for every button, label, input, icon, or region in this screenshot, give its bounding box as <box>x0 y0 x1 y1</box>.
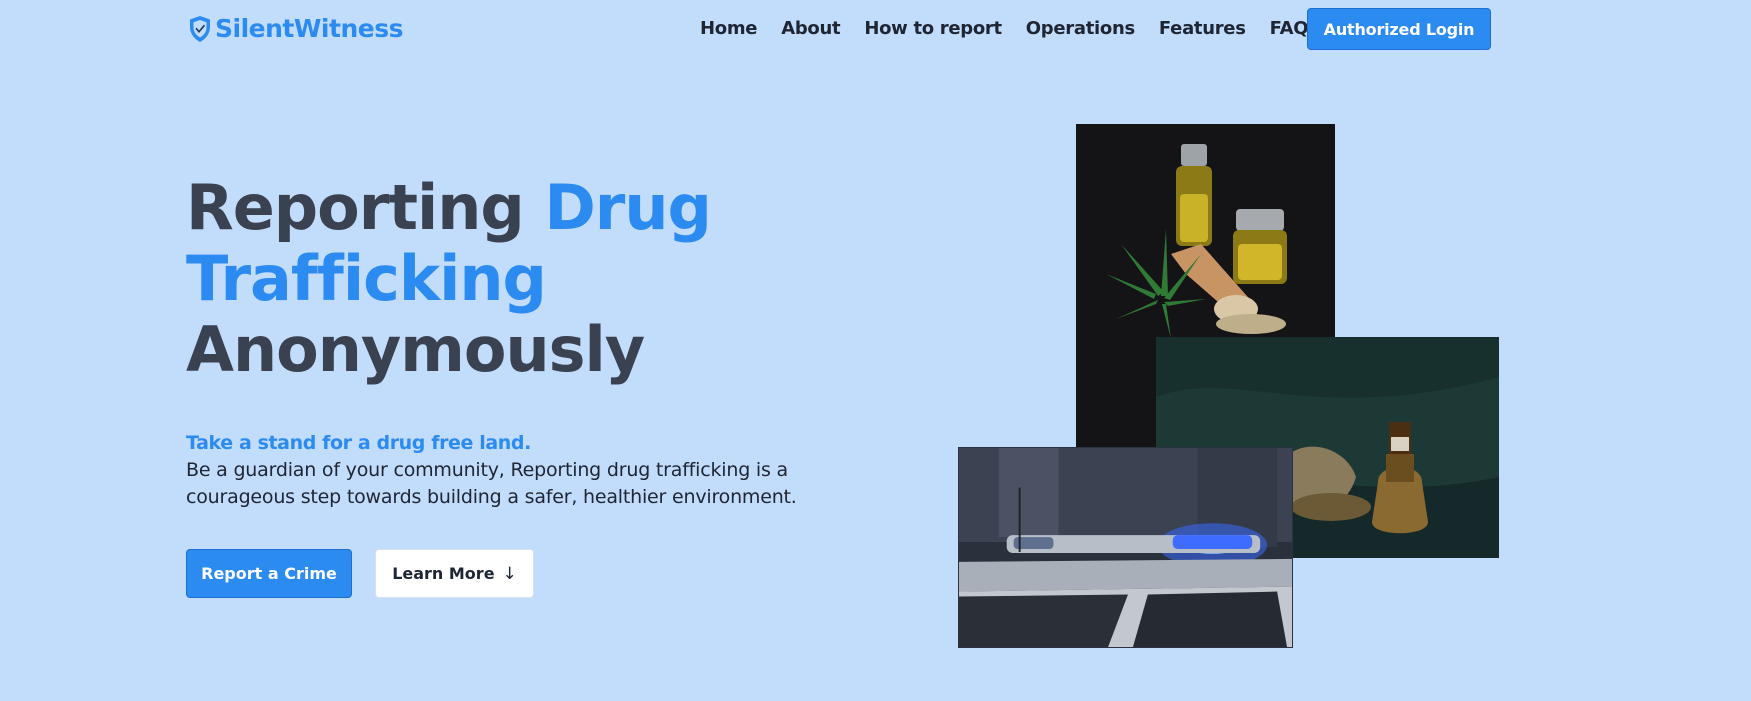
nav-link-operations[interactable]: Operations <box>1026 18 1135 39</box>
nav-link-features[interactable]: Features <box>1159 18 1246 39</box>
arrow-down-icon: ↓ <box>502 563 517 584</box>
shield-icon <box>190 15 210 42</box>
hero-title-part2: Anonymously <box>186 313 645 386</box>
nav-link-home[interactable]: Home <box>700 18 758 39</box>
brand-logo[interactable]: SilentWitness <box>188 14 403 43</box>
report-crime-button[interactable]: Report a Crime <box>186 549 352 598</box>
authorized-login-button[interactable]: Authorized Login <box>1307 8 1491 50</box>
brand-name: SilentWitness <box>215 14 403 43</box>
learn-more-label: Learn More <box>392 564 495 583</box>
main-menu: Home About How to report Operations Feat… <box>700 18 1343 39</box>
hero-title-part1: Reporting <box>186 171 545 244</box>
hero-tagline: Take a stand for a drug free land. <box>186 432 531 454</box>
police-car-lights-photo <box>958 447 1293 648</box>
navbar: SilentWitness Home About How to report O… <box>0 0 1751 58</box>
nav-link-about[interactable]: About <box>781 18 840 39</box>
nav-link-how-to-report[interactable]: How to report <box>864 18 1002 39</box>
hero-title: Reporting Drug Trafficking Anonymously <box>186 172 886 385</box>
hero-description: Be a guardian of your community, Reporti… <box>186 459 797 508</box>
learn-more-button[interactable]: Learn More ↓ <box>375 549 534 598</box>
